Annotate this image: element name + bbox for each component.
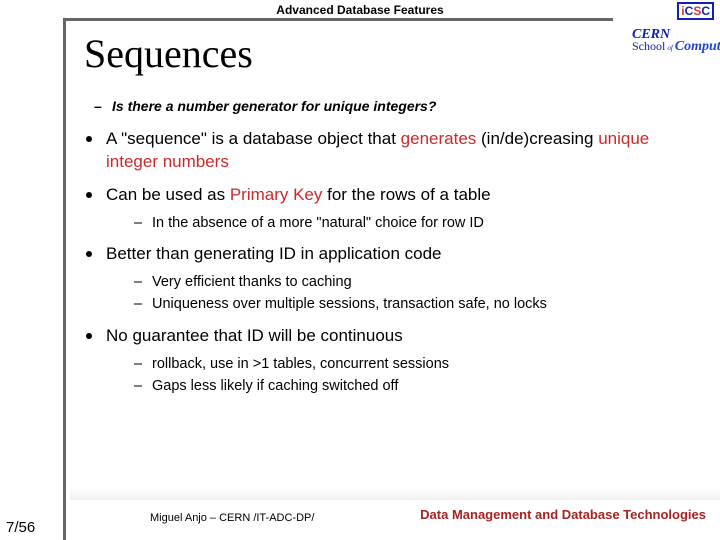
bullet-better-than-app: Better than generating ID in application… bbox=[84, 243, 700, 315]
sub-natural-choice: In the absence of a more "natural" choic… bbox=[134, 213, 700, 233]
logo-of-text: of bbox=[667, 45, 672, 52]
bullet-sequence-def: A "sequence" is a database object that g… bbox=[84, 128, 700, 174]
top-border bbox=[63, 18, 613, 21]
sub-caching: Very efficient thanks to caching bbox=[134, 272, 700, 292]
sub-uniqueness: Uniqueness over multiple sessions, trans… bbox=[134, 294, 700, 314]
page-title: Sequences bbox=[84, 30, 253, 77]
logo-computing-text: Computing bbox=[675, 40, 720, 54]
footer-shadow bbox=[70, 488, 720, 500]
header-label: Advanced Database Features bbox=[0, 3, 720, 17]
footer-author: Miguel Anjo – CERN /IT-ADC-DP/ bbox=[150, 512, 314, 524]
sub-rollback: rollback, use in >1 tables, concurrent s… bbox=[134, 354, 700, 374]
icsc-badge: iCSC bbox=[677, 2, 714, 20]
footer-topic: Data Management and Database Technologie… bbox=[420, 507, 706, 522]
cern-logo: iCSC CERN School of Computing bbox=[632, 2, 714, 62]
logo-school-text: School bbox=[632, 40, 665, 52]
sub-gaps: Gaps less likely if caching switched off bbox=[134, 376, 700, 396]
lead-question: Is there a number generator for unique i… bbox=[112, 98, 700, 114]
content-area: Is there a number generator for unique i… bbox=[84, 98, 700, 406]
slide: Advanced Database Features iCSC CERN Sch… bbox=[0, 0, 720, 540]
bullet-primary-key: Can be used as Primary Key for the rows … bbox=[84, 184, 700, 233]
bullet-no-guarantee: No guarantee that ID will be continuous … bbox=[84, 325, 700, 397]
left-border bbox=[63, 18, 66, 540]
page-number: 7/56 bbox=[6, 519, 35, 536]
